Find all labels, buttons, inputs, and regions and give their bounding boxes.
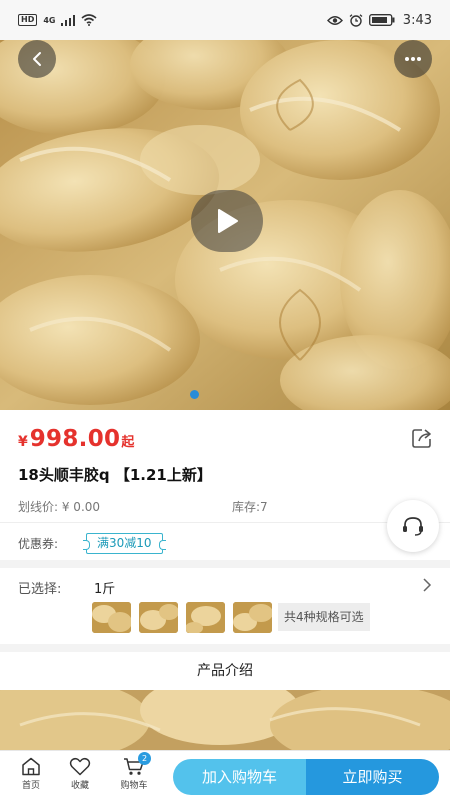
stock-count: 库存:7 <box>232 500 268 514</box>
specs-count[interactable]: 共4种规格可选 <box>278 603 370 631</box>
play-button[interactable] <box>191 190 263 252</box>
nav-favorite-label: 收藏 <box>70 781 89 791</box>
coupon-label: 优惠券: <box>18 537 59 551</box>
share-button[interactable] <box>410 426 434 450</box>
buy-now-button[interactable]: 立即购买 <box>306 759 439 795</box>
headset-icon <box>403 517 423 536</box>
eye-icon <box>326 15 343 25</box>
product-title: 18头顺丰胶q 【1.21上新】 <box>18 466 212 484</box>
heart-icon <box>69 757 91 776</box>
network-label: 4G <box>43 15 56 25</box>
intro-image <box>0 690 450 750</box>
product-media-carousel[interactable] <box>0 40 450 410</box>
spec-thumbnail[interactable] <box>186 602 225 633</box>
original-price: 划线价: ¥ 0.00 <box>18 500 101 514</box>
price: ¥ 998.00 起 <box>18 426 134 452</box>
product-info: ¥ 998.00 起 18头顺丰胶q 【1.21上新】 划线价: ¥ 0.00 … <box>0 410 450 522</box>
play-icon <box>218 209 238 233</box>
status-right: 3:43 <box>326 12 432 28</box>
nav-home[interactable]: 首页 <box>11 757 51 791</box>
more-icon <box>405 57 421 61</box>
selected-label: 已选择: <box>18 582 62 597</box>
status-bar: HD 4G 3:43 <box>0 0 450 40</box>
nav-home-label: 首页 <box>21 781 40 791</box>
alarm-icon <box>349 13 363 27</box>
spec-thumbnail[interactable] <box>233 602 272 633</box>
bottom-action-bar: 首页 收藏 2 购物车 加入购物车 立即购买 <box>0 750 450 800</box>
product-intro-heading: 产品介绍 <box>0 652 450 690</box>
home-icon <box>22 757 40 776</box>
clock-time: 3:43 <box>402 12 432 28</box>
cart-count-badge: 2 <box>138 752 151 765</box>
signal-icon <box>61 14 76 26</box>
nav-cart-label: 购物车 <box>120 781 148 791</box>
selected-value: 1斤 <box>94 582 116 597</box>
price-suffix: 起 <box>121 435 135 450</box>
hd-badge: HD <box>18 14 38 26</box>
spec-selection-row[interactable]: 已选择: 1斤 共4种规格可选 <box>0 568 450 644</box>
coupon-row[interactable]: 优惠券: 满30减10 <box>0 522 450 560</box>
price-currency: ¥ <box>18 434 28 450</box>
nav-cart[interactable]: 2 购物车 <box>114 752 154 791</box>
nav-favorite[interactable]: 收藏 <box>60 757 100 791</box>
more-button[interactable] <box>394 40 432 78</box>
price-value: 998.00 <box>29 426 121 452</box>
customer-service-button[interactable] <box>387 500 439 552</box>
wifi-icon <box>81 14 98 26</box>
spec-thumbnail[interactable] <box>139 602 178 633</box>
carousel-indicator <box>190 390 199 399</box>
coupon-tag[interactable]: 满30减10 <box>83 533 166 554</box>
share-icon <box>412 429 431 448</box>
battery-icon <box>368 14 395 26</box>
status-left: HD 4G <box>18 14 98 26</box>
spec-thumbnails <box>92 602 272 633</box>
add-to-cart-button[interactable]: 加入购物车 <box>173 759 306 795</box>
spec-thumbnail[interactable] <box>92 602 131 633</box>
back-button[interactable] <box>18 40 56 78</box>
chevron-right-icon <box>423 578 432 592</box>
back-icon <box>33 52 41 66</box>
